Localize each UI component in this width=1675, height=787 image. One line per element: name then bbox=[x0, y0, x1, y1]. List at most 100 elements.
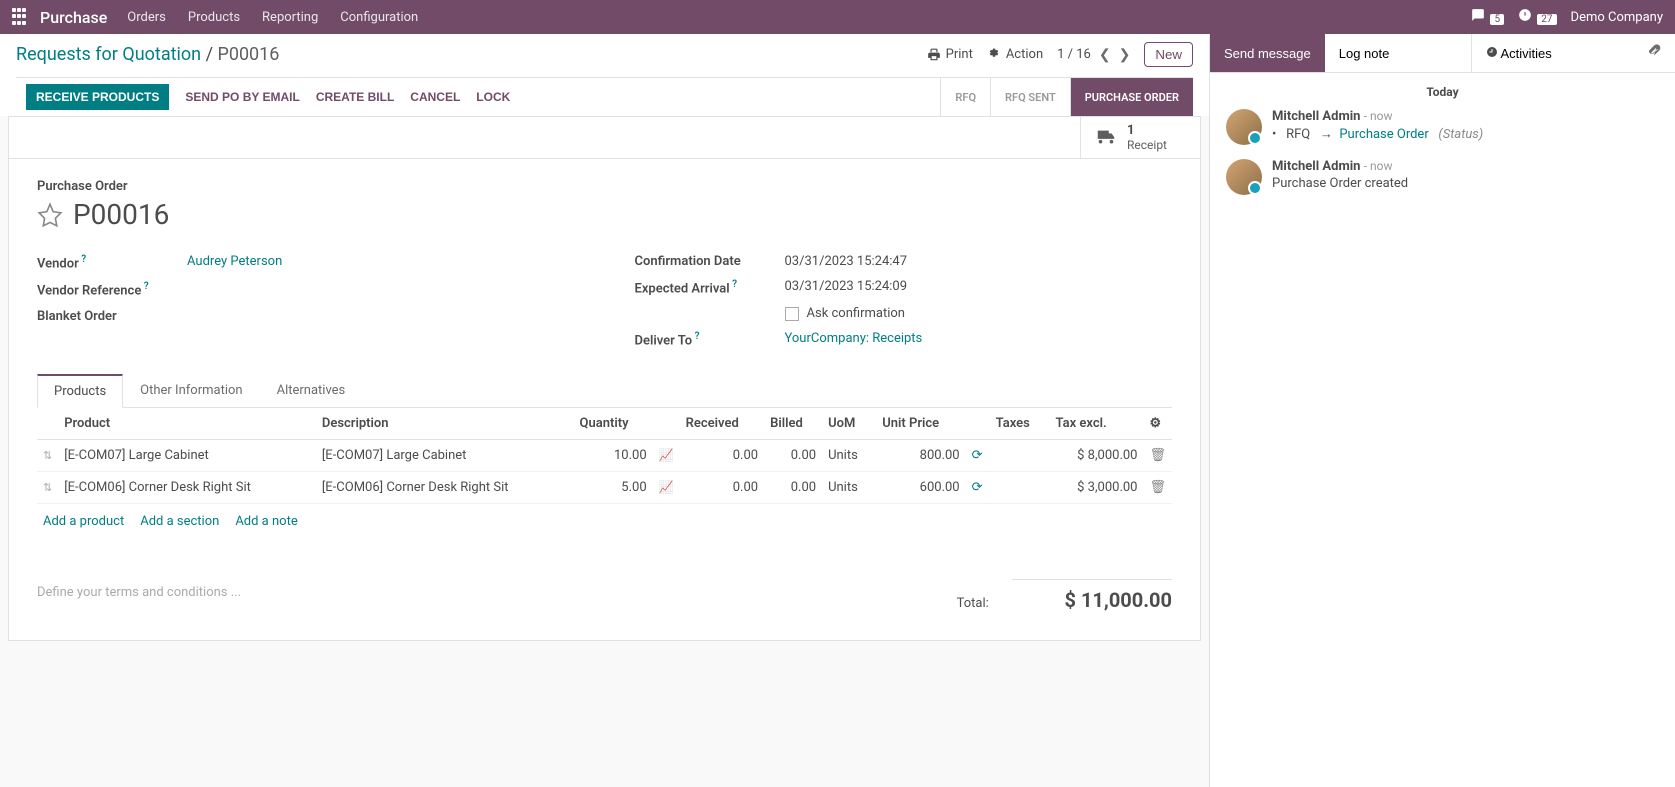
menu-reporting[interactable]: Reporting bbox=[262, 10, 318, 25]
line-billed: 0.00 bbox=[764, 471, 822, 503]
vendor-value[interactable]: Audrey Peterson bbox=[187, 254, 282, 271]
menu-configuration[interactable]: Configuration bbox=[340, 10, 418, 25]
app-title[interactable]: Purchase bbox=[40, 8, 107, 27]
add-section-link[interactable]: Add a section bbox=[140, 514, 219, 529]
delete-line-icon[interactable]: 🗑 bbox=[1143, 439, 1172, 471]
forecast-icon[interactable]: 📈 bbox=[653, 439, 680, 471]
lock-button[interactable]: LOCK bbox=[476, 90, 510, 104]
col-product: Product bbox=[58, 408, 316, 440]
line-desc[interactable]: [E-COM07] Large Cabinet bbox=[316, 439, 574, 471]
menu-orders[interactable]: Orders bbox=[127, 10, 166, 25]
drag-handle-icon[interactable]: ⇅ bbox=[37, 439, 58, 471]
print-button[interactable]: Print bbox=[927, 47, 973, 62]
log-note-button[interactable]: Log note bbox=[1325, 34, 1404, 72]
pager-next[interactable]: ❯ bbox=[1119, 47, 1131, 63]
confirm-date-label: Confirmation Date bbox=[635, 254, 785, 269]
msg-rfq: RFQ bbox=[1286, 127, 1310, 142]
terms-input[interactable]: Define your terms and conditions ... bbox=[37, 579, 912, 612]
apps-icon[interactable] bbox=[12, 8, 30, 26]
col-taxexcl: Tax excl. bbox=[1050, 408, 1144, 440]
avatar[interactable] bbox=[1226, 159, 1262, 195]
line-product[interactable]: [E-COM07] Large Cabinet bbox=[58, 439, 316, 471]
delete-line-icon[interactable]: 🗑 bbox=[1143, 471, 1172, 503]
pager-prev[interactable]: ❮ bbox=[1099, 47, 1111, 63]
tab-alternatives[interactable]: Alternatives bbox=[260, 374, 363, 407]
forecast-icon[interactable]: 📈 bbox=[653, 471, 680, 503]
msg-time: - now bbox=[1364, 159, 1393, 173]
action-button[interactable]: Action bbox=[987, 47, 1043, 62]
msg-author[interactable]: Mitchell Admin bbox=[1272, 109, 1360, 124]
status-rfq-sent[interactable]: RFQ SENT bbox=[990, 78, 1070, 116]
order-lines-table: Product Description Quantity Received Bi… bbox=[37, 408, 1172, 504]
avatar[interactable] bbox=[1226, 109, 1262, 145]
control-panel: Requests for Quotation / P00016 Print Ac… bbox=[0, 34, 1209, 116]
line-desc[interactable]: [E-COM06] Corner Desk Right Sit bbox=[316, 471, 574, 503]
line-product[interactable]: [E-COM06] Corner Desk Right Sit bbox=[58, 471, 316, 503]
chatter-message: Mitchell Admin - now • RFQ → Purchase Or… bbox=[1226, 109, 1659, 145]
line-unit-price[interactable]: 600.00 bbox=[876, 471, 965, 503]
vendor-label: Vendor ? bbox=[37, 254, 187, 271]
ask-confirm-checkbox[interactable] bbox=[785, 307, 799, 321]
receipt-stat-button[interactable]: 1 Receipt bbox=[1080, 117, 1200, 158]
attach-icon[interactable] bbox=[1633, 34, 1675, 72]
activity-icon[interactable]: 27 bbox=[1518, 8, 1556, 26]
status-rfq[interactable]: RFQ bbox=[940, 78, 990, 116]
refresh-icon[interactable]: ⟳ bbox=[966, 471, 990, 503]
star-icon[interactable] bbox=[37, 202, 63, 228]
activities-button[interactable]: Activities bbox=[1471, 34, 1566, 72]
receipt-count: 1 bbox=[1127, 123, 1167, 138]
msg-text: Purchase Order created bbox=[1272, 176, 1659, 191]
create-bill-button[interactable]: CREATE BILL bbox=[316, 90, 394, 104]
line-received: 0.00 bbox=[680, 471, 765, 503]
col-settings-icon[interactable]: ⚙ bbox=[1143, 408, 1172, 440]
deliver-to-value[interactable]: YourCompany: Receipts bbox=[785, 331, 923, 348]
chatter-message: Mitchell Admin - now Purchase Order crea… bbox=[1226, 159, 1659, 195]
line-unit-price[interactable]: 800.00 bbox=[876, 439, 965, 471]
status-purchase-order[interactable]: PURCHASE ORDER bbox=[1070, 78, 1193, 116]
table-row[interactable]: ⇅ [E-COM06] Corner Desk Right Sit [E-COM… bbox=[37, 471, 1172, 503]
line-qty[interactable]: 5.00 bbox=[574, 471, 653, 503]
page-title: P00016 bbox=[73, 198, 169, 231]
confirm-date-value: 03/31/2023 15:24:47 bbox=[785, 254, 908, 269]
arrow-icon: → bbox=[1320, 127, 1333, 142]
breadcrumb-parent[interactable]: Requests for Quotation bbox=[16, 44, 201, 65]
send-po-button[interactable]: SEND PO BY EMAIL bbox=[185, 90, 299, 104]
refresh-icon[interactable]: ⟳ bbox=[966, 439, 990, 471]
add-note-link[interactable]: Add a note bbox=[235, 514, 297, 529]
total-label: Total: bbox=[957, 596, 989, 611]
new-button[interactable]: New bbox=[1144, 42, 1193, 67]
line-taxes[interactable] bbox=[990, 471, 1050, 503]
add-product-link[interactable]: Add a product bbox=[43, 514, 124, 529]
drag-handle-icon[interactable]: ⇅ bbox=[37, 471, 58, 503]
tab-other[interactable]: Other Information bbox=[123, 374, 259, 407]
tab-products[interactable]: Products bbox=[37, 374, 123, 408]
msg-po-link[interactable]: Purchase Order bbox=[1339, 127, 1428, 142]
table-row[interactable]: ⇅ [E-COM07] Large Cabinet [E-COM07] Larg… bbox=[37, 439, 1172, 471]
line-qty[interactable]: 10.00 bbox=[574, 439, 653, 471]
line-uom[interactable]: Units bbox=[822, 471, 876, 503]
chat-icon[interactable]: 5 bbox=[1471, 8, 1504, 26]
chatter-panel: Send message Log note Activities Today M… bbox=[1209, 34, 1675, 787]
col-taxes: Taxes bbox=[990, 408, 1050, 440]
line-taxes[interactable] bbox=[990, 439, 1050, 471]
blanket-label: Blanket Order bbox=[37, 309, 187, 324]
ask-confirm-label: Ask confirmation bbox=[807, 306, 906, 321]
line-tax-excl: $ 3,000.00 bbox=[1050, 471, 1144, 503]
form-sheet: 1 Receipt Purchase Order P00016 Vendor ?… bbox=[8, 116, 1201, 641]
chat-badge: 5 bbox=[1490, 14, 1504, 25]
arrival-date-value[interactable]: 03/31/2023 15:24:09 bbox=[785, 279, 908, 296]
cancel-button[interactable]: CANCEL bbox=[410, 90, 460, 104]
total-value: $ 11,000.00 bbox=[1012, 579, 1172, 612]
col-qty: Quantity bbox=[574, 408, 653, 440]
company-selector[interactable]: Demo Company bbox=[1571, 10, 1663, 25]
pager-count[interactable]: 1 / 16 bbox=[1057, 47, 1091, 62]
msg-author[interactable]: Mitchell Admin bbox=[1272, 159, 1360, 174]
line-uom[interactable]: Units bbox=[822, 439, 876, 471]
menu-products[interactable]: Products bbox=[188, 10, 240, 25]
receive-products-button[interactable]: RECEIVE PRODUCTS bbox=[26, 84, 169, 110]
title-label: Purchase Order bbox=[37, 179, 1172, 194]
send-message-button[interactable]: Send message bbox=[1210, 34, 1325, 72]
col-received: Received bbox=[680, 408, 765, 440]
truck-icon bbox=[1095, 127, 1117, 149]
receipt-label: Receipt bbox=[1127, 138, 1167, 152]
